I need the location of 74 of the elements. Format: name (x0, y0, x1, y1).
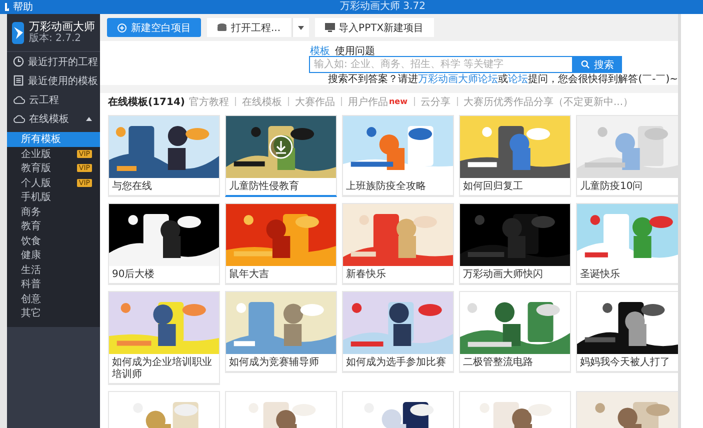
template-title: 上班族防疫全攻略 (345, 180, 427, 194)
category-item[interactable]: 健康 (7, 248, 100, 262)
search-field[interactable]: 输入如: 企业、商务、招生、科学 等关键字 (309, 56, 573, 73)
template-title: 如何成为竞赛辅导师 (228, 356, 320, 370)
new-label: new (388, 97, 408, 106)
template-title: 新春快乐 (345, 268, 387, 282)
download-icon[interactable] (269, 135, 293, 159)
section-heading: 在线模板(1714) (108, 96, 185, 108)
caret-icon (298, 26, 304, 30)
template-title: 如何成为选手参加比赛 (345, 356, 447, 370)
template-card[interactable]: 如何成为选手参加比赛 (342, 291, 454, 373)
sidebar-item[interactable]: 云工程 (7, 90, 100, 109)
template-card[interactable]: 如何回归复工 (459, 115, 571, 197)
app-logo-icon (4, 2, 10, 12)
category-item[interactable]: 教育 (7, 219, 100, 234)
help-menu[interactable]: 帮助 (13, 0, 33, 14)
category-item[interactable]: 生活 (7, 262, 100, 277)
version-label: 版本: 2.7.2 (29, 33, 82, 45)
template-title: 如何成为企业培训职业培训师 (111, 356, 213, 382)
forum-link[interactable]: 论坛 (508, 74, 528, 85)
template-title: 儿童防疫10问 (579, 180, 644, 194)
cloud-icon (13, 94, 25, 104)
category-item[interactable]: 其它 (7, 306, 100, 320)
category-item[interactable]: 商务 (7, 204, 100, 219)
template-card[interactable]: 鼠年大吉 (225, 203, 337, 285)
search-mode-tab[interactable]: 使用问题 (335, 44, 375, 58)
template-card[interactable]: 圣诞快乐 (576, 203, 678, 285)
search-mode-tab[interactable]: 模板 (310, 44, 330, 58)
category-item[interactable]: 饮食 (7, 234, 100, 248)
template-card[interactable]: 妈妈我今天被人打了 (576, 291, 678, 373)
template-title: 儿童防性侵教育 (228, 180, 300, 194)
template-card[interactable]: 二极管整流电路 (459, 291, 571, 373)
category-item[interactable]: 手机版 (7, 190, 100, 204)
category-item[interactable]: 创意 (7, 292, 100, 306)
template-card[interactable]: 与您在线 (108, 115, 220, 197)
app-logo-icon (12, 22, 24, 44)
template-card[interactable]: 如何成为企业培训职业培训师 (108, 291, 220, 385)
monitor-icon (324, 23, 335, 32)
template-card[interactable]: 如何成为竞赛辅导师 (225, 291, 337, 373)
category-item[interactable]: 科普 (7, 277, 100, 292)
clock-icon (13, 56, 24, 67)
document-icon (13, 75, 24, 86)
template-card[interactable]: 新春快乐 (342, 203, 454, 285)
caret-icon (86, 116, 92, 120)
template-card[interactable]: 上班族防疫全攻略 (342, 115, 454, 197)
cloud-icon (13, 114, 25, 124)
dropdown-button[interactable] (292, 18, 309, 37)
app-name: 万彩动画大师 (29, 20, 95, 33)
template-card[interactable]: 儿童防性侵教育 (225, 115, 337, 197)
search-icon (581, 60, 590, 69)
template-title: 如何回归复工 (462, 180, 524, 194)
template-card[interactable]: 儿童防疫10问 (576, 115, 678, 197)
template-title: 与您在线 (111, 180, 153, 194)
template-title: 万彩动画大师快闪 (462, 268, 544, 282)
import-button[interactable]: 导入PPTX新建项目 (314, 18, 434, 37)
category-item[interactable]: 所有模板 (7, 132, 100, 146)
template-title: 90后大楼 (111, 268, 156, 282)
forum-link[interactable]: 万彩动画大师论坛 (418, 74, 498, 85)
template-card[interactable]: 万彩动画大师快闪 (459, 203, 571, 285)
template-title: 二极管整流电路 (462, 356, 534, 370)
sidebar-item[interactable]: 在线模板 (7, 109, 100, 128)
search-hint: 搜索不到答案？请进万彩动画大师论坛或论坛提问，您会很快得到解答(￣-￣)~ (328, 74, 678, 85)
open-project-button[interactable]: 打开工程... (207, 18, 291, 37)
search-button[interactable]: 搜索 (573, 56, 622, 73)
template-title: 圣诞快乐 (579, 268, 621, 282)
template-title: 鼠年大吉 (228, 268, 270, 282)
new-project-button[interactable]: 新建空白项目 (107, 18, 201, 37)
sidebar-item[interactable]: 最近使用的模板 (7, 71, 100, 90)
window-title: 万彩动画大师 3.72 (340, 0, 426, 14)
add-icon (117, 22, 127, 32)
sidebar-item[interactable]: 最近打开的工程 (7, 52, 100, 71)
template-title: 妈妈我今天被人打了 (579, 356, 671, 370)
template-card[interactable]: 90后大楼 (108, 203, 220, 285)
filter-tab[interactable]: 用户作品 new (348, 94, 408, 108)
